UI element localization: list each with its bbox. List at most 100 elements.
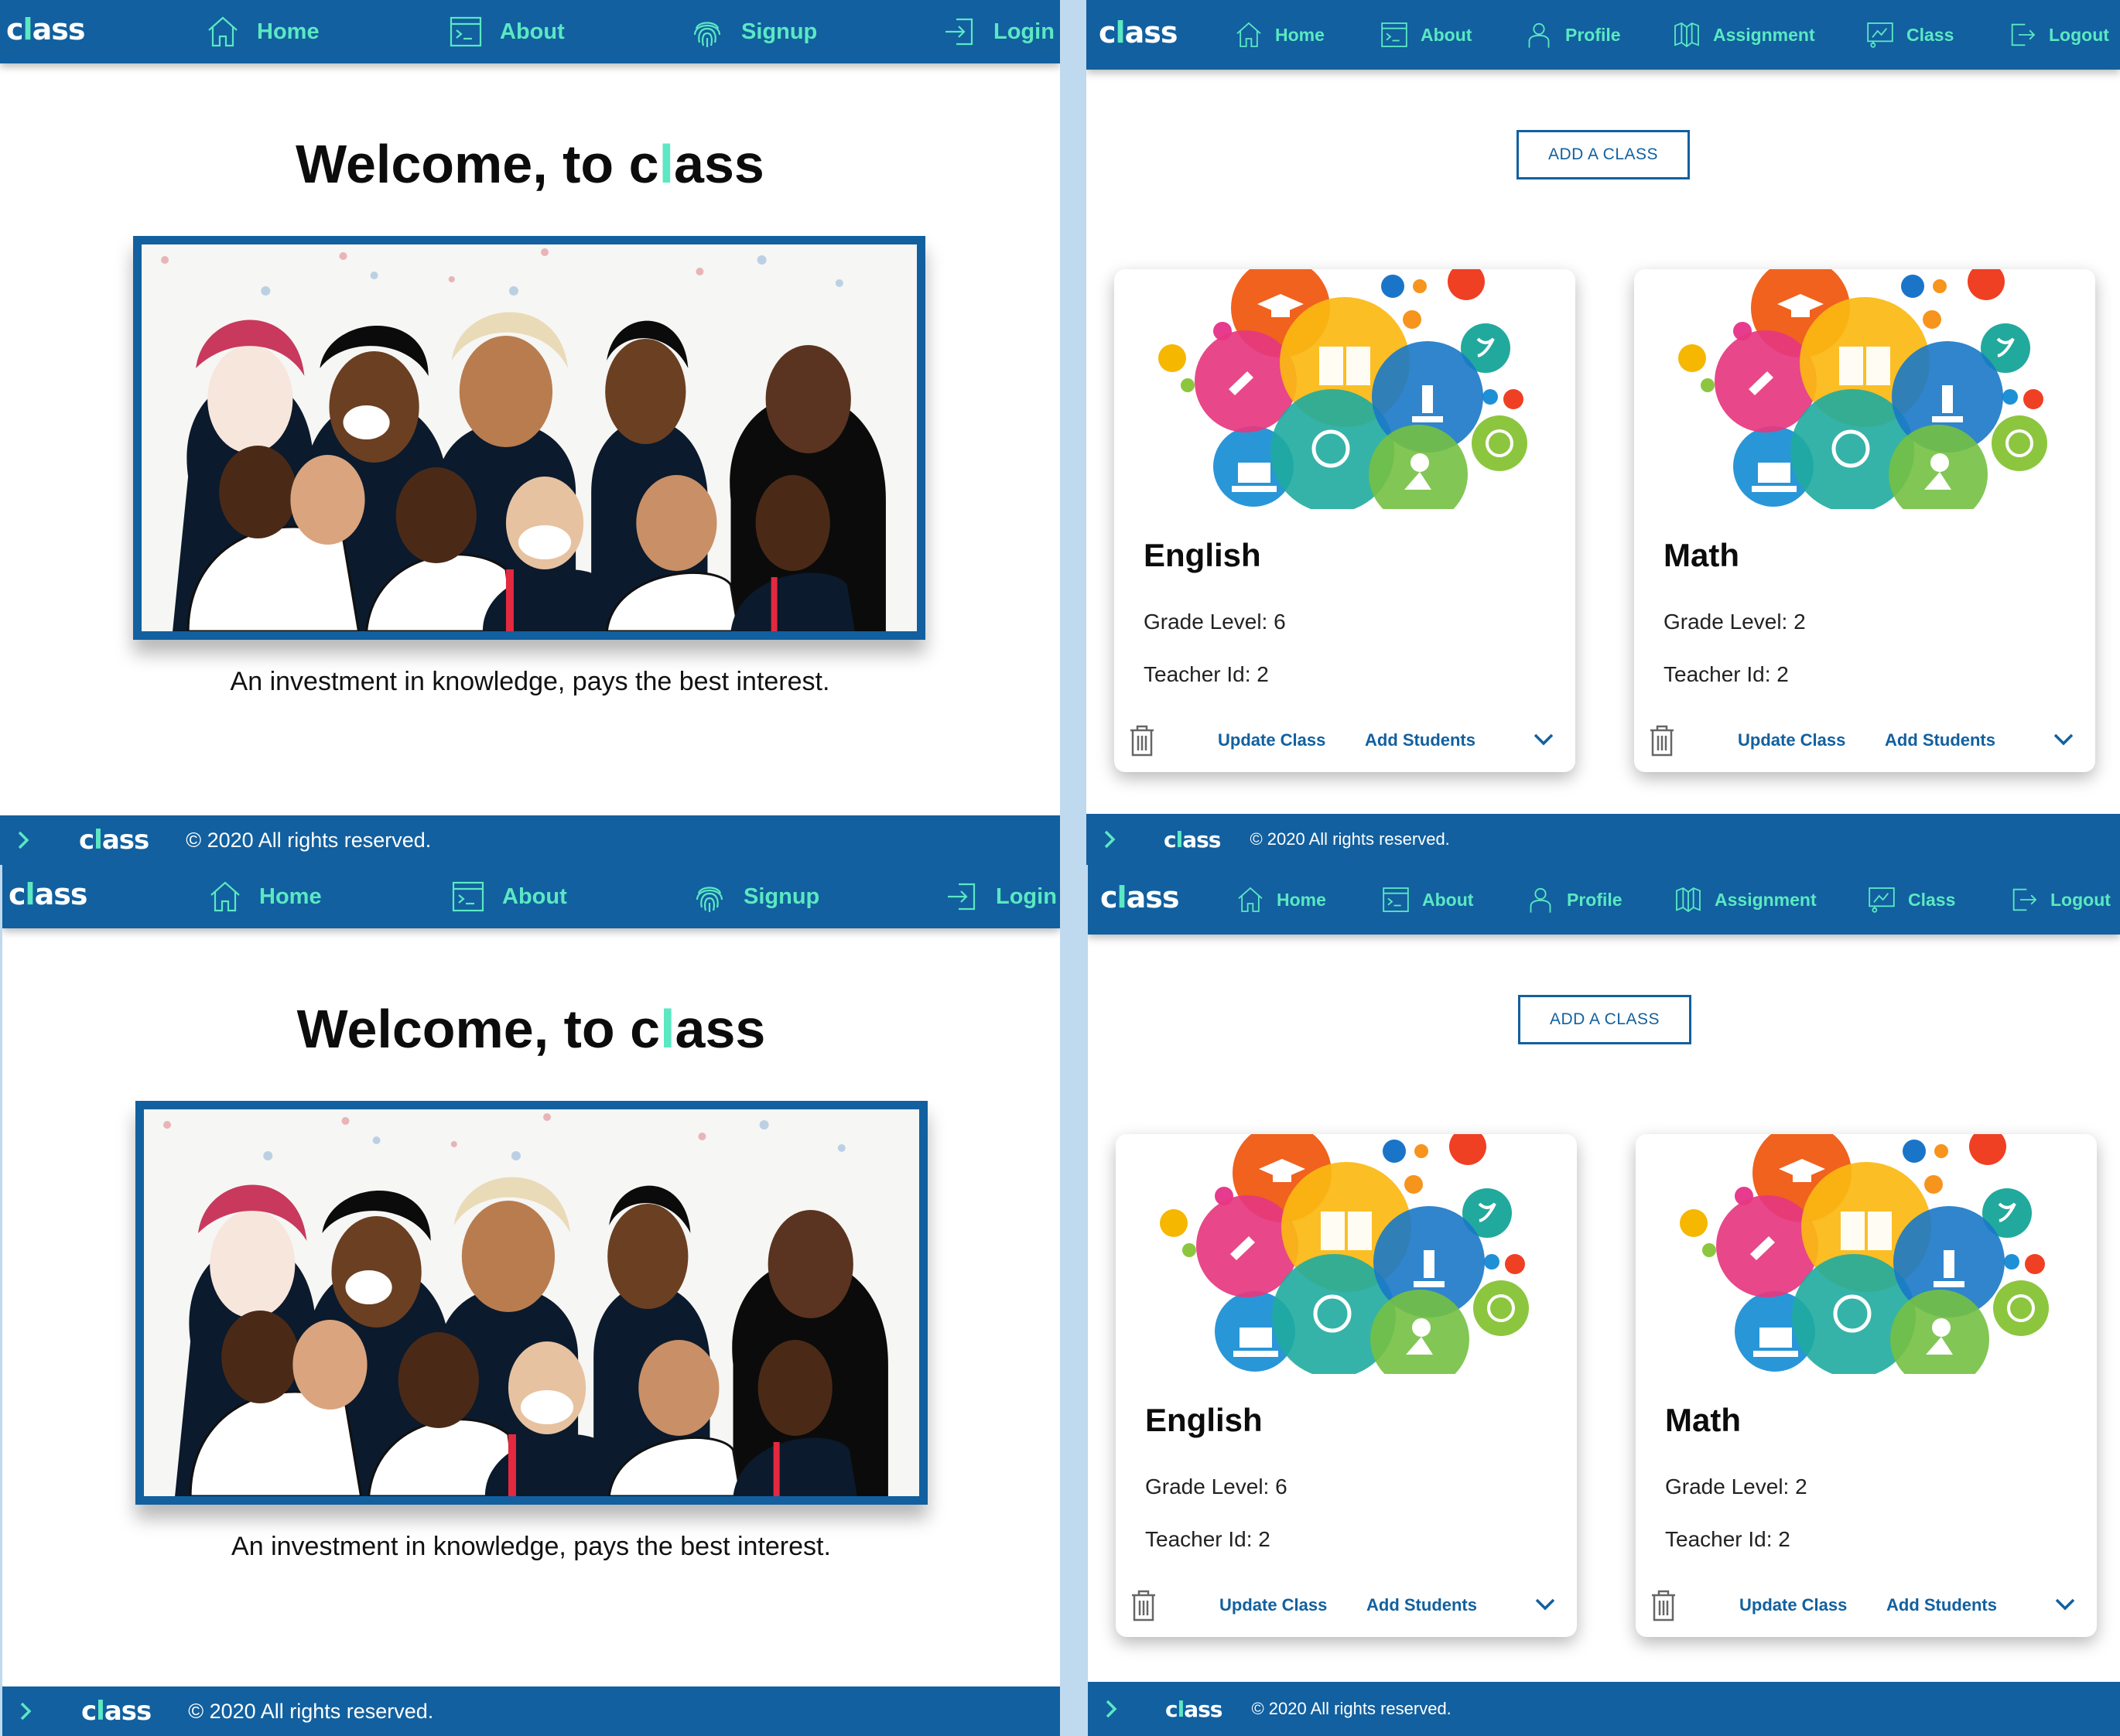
book-icon bbox=[1673, 884, 1704, 915]
chevron-right-icon bbox=[1099, 829, 1120, 850]
nav-login[interactable]: Login bbox=[941, 0, 1055, 63]
nav-assignment-label: Assignment bbox=[1713, 24, 1815, 45]
tagline: An investment in knowledge, pays the bes… bbox=[230, 667, 830, 696]
welcome-heading: Welcome, to class bbox=[296, 134, 764, 194]
teacher-id: Teacher Id: 2 bbox=[1665, 1527, 1790, 1551]
trash-icon bbox=[1130, 1589, 1157, 1622]
trash-icon bbox=[1128, 724, 1156, 757]
terminal-icon bbox=[1379, 19, 1410, 50]
presentation-icon bbox=[1865, 19, 1896, 50]
nav-class-label: Class bbox=[1908, 889, 1956, 910]
dashboard-panel-bottom: class Home About Profile Assignment Clas… bbox=[1088, 865, 2120, 1736]
book-icon bbox=[1671, 19, 1702, 50]
footer-toggle[interactable] bbox=[1100, 1698, 1131, 1720]
class-card: Math Grade Level: 2 Teacher Id: 2 Update… bbox=[1634, 269, 2095, 772]
card-actions: Update Class Add Students bbox=[1636, 1589, 2097, 1623]
person-icon bbox=[1525, 884, 1556, 915]
logout-icon bbox=[2009, 884, 2040, 915]
nav-signup[interactable]: Signup bbox=[689, 0, 817, 63]
nav-profile-label: Profile bbox=[1565, 24, 1621, 45]
footer-logo: class bbox=[1165, 1696, 1222, 1722]
landing-panel-top: class Home About Signup Login Welcome, t… bbox=[0, 0, 1060, 865]
class-card: English Grade Level: 6 Teacher Id: 2 Upd… bbox=[1116, 1134, 1577, 1637]
nav-home-label: Home bbox=[1277, 889, 1326, 910]
update-class-button[interactable]: Update Class bbox=[1219, 1595, 1327, 1615]
person-icon bbox=[1523, 19, 1554, 50]
hero-illustration bbox=[133, 236, 925, 640]
nav-signup[interactable]: Signup bbox=[691, 865, 819, 928]
footer-logo: class bbox=[1164, 826, 1221, 853]
nav-login-label: Login bbox=[993, 19, 1055, 44]
nav-assignment[interactable]: Assignment bbox=[1673, 865, 1817, 935]
grade-level: Grade Level: 2 bbox=[1665, 1475, 1807, 1498]
footer: class © 2020 All rights reserved. bbox=[0, 815, 1060, 865]
nav-profile[interactable]: Profile bbox=[1523, 0, 1621, 70]
nav-home[interactable]: Home bbox=[207, 865, 322, 928]
delete-class-button[interactable] bbox=[1650, 1589, 1681, 1623]
dashboard-panel-top: class Home About Profile Assignment Clas… bbox=[1086, 0, 2120, 865]
brand-logo[interactable]: class bbox=[6, 12, 85, 46]
nav-signup-label: Signup bbox=[741, 19, 818, 44]
footer-toggle[interactable] bbox=[15, 1700, 46, 1722]
chevron-down-icon bbox=[1532, 729, 1555, 749]
update-class-button[interactable]: Update Class bbox=[1738, 730, 1845, 750]
nav-about[interactable]: About bbox=[450, 865, 567, 928]
home-icon bbox=[204, 13, 241, 50]
nav-home[interactable]: Home bbox=[1235, 865, 1326, 935]
update-class-button[interactable]: Update Class bbox=[1218, 730, 1325, 750]
class-card: Math Grade Level: 2 Teacher Id: 2 Update… bbox=[1636, 1134, 2097, 1637]
add-class-button[interactable]: ADD A CLASS bbox=[1516, 130, 1690, 179]
brand-logo[interactable]: class bbox=[9, 877, 87, 911]
footer-logo: class bbox=[81, 1696, 152, 1727]
nav-assignment[interactable]: Assignment bbox=[1671, 0, 1815, 70]
chevron-right-icon bbox=[15, 1700, 36, 1722]
nav-class[interactable]: Class bbox=[1866, 865, 1955, 935]
nav-about-label: About bbox=[1422, 889, 1474, 910]
brand-logo[interactable]: class bbox=[1100, 880, 1179, 914]
nav-signup-label: Signup bbox=[744, 883, 820, 909]
navbar: class Home About Signup Login bbox=[0, 0, 1060, 63]
update-class-button[interactable]: Update Class bbox=[1739, 1595, 1847, 1615]
nav-home-label: Home bbox=[259, 883, 322, 909]
add-students-button[interactable]: Add Students bbox=[1886, 1595, 1997, 1615]
copyright: © 2020 All rights reserved. bbox=[1250, 829, 1450, 849]
class-card: English Grade Level: 6 Teacher Id: 2 Upd… bbox=[1114, 269, 1575, 772]
nav-profile[interactable]: Profile bbox=[1525, 865, 1622, 935]
add-students-button[interactable]: Add Students bbox=[1365, 730, 1475, 750]
nav-about[interactable]: About bbox=[447, 0, 565, 63]
delete-class-button[interactable] bbox=[1648, 724, 1679, 758]
nav-login[interactable]: Login bbox=[943, 865, 1057, 928]
delete-class-button[interactable] bbox=[1128, 724, 1159, 758]
nav-class[interactable]: Class bbox=[1865, 0, 1954, 70]
class-illustration bbox=[1636, 1134, 2097, 1374]
nav-profile-label: Profile bbox=[1567, 889, 1622, 910]
class-illustration bbox=[1634, 269, 2095, 509]
nav-assignment-label: Assignment bbox=[1715, 889, 1817, 910]
terminal-icon bbox=[1380, 884, 1411, 915]
expand-button[interactable] bbox=[1534, 1594, 1560, 1617]
nav-home[interactable]: Home bbox=[1233, 0, 1325, 70]
expand-button[interactable] bbox=[2052, 729, 2078, 752]
nav-login-label: Login bbox=[996, 883, 1057, 909]
nav-home[interactable]: Home bbox=[204, 0, 320, 63]
fingerprint-icon bbox=[689, 13, 726, 50]
delete-class-button[interactable] bbox=[1130, 1589, 1161, 1623]
footer-toggle[interactable] bbox=[12, 829, 43, 851]
add-students-button[interactable]: Add Students bbox=[1366, 1595, 1477, 1615]
nav-about[interactable]: About bbox=[1380, 865, 1473, 935]
expand-button[interactable] bbox=[1532, 729, 1558, 752]
nav-about[interactable]: About bbox=[1379, 0, 1472, 70]
chevron-down-icon bbox=[2053, 1594, 2077, 1614]
copyright: © 2020 All rights reserved. bbox=[188, 1699, 434, 1723]
expand-button[interactable] bbox=[2053, 1594, 2080, 1617]
add-class-button[interactable]: ADD A CLASS bbox=[1518, 995, 1691, 1044]
brand-logo[interactable]: class bbox=[1099, 15, 1178, 50]
nav-logout[interactable]: Logout bbox=[2009, 865, 2111, 935]
nav-logout-label: Logout bbox=[2050, 889, 2111, 910]
terminal-icon bbox=[450, 878, 487, 915]
add-students-button[interactable]: Add Students bbox=[1885, 730, 1995, 750]
footer-toggle[interactable] bbox=[1099, 829, 1130, 850]
footer-logo: class bbox=[79, 825, 149, 856]
nav-logout[interactable]: Logout bbox=[2007, 0, 2109, 70]
class-title: Math bbox=[1665, 1402, 1741, 1438]
